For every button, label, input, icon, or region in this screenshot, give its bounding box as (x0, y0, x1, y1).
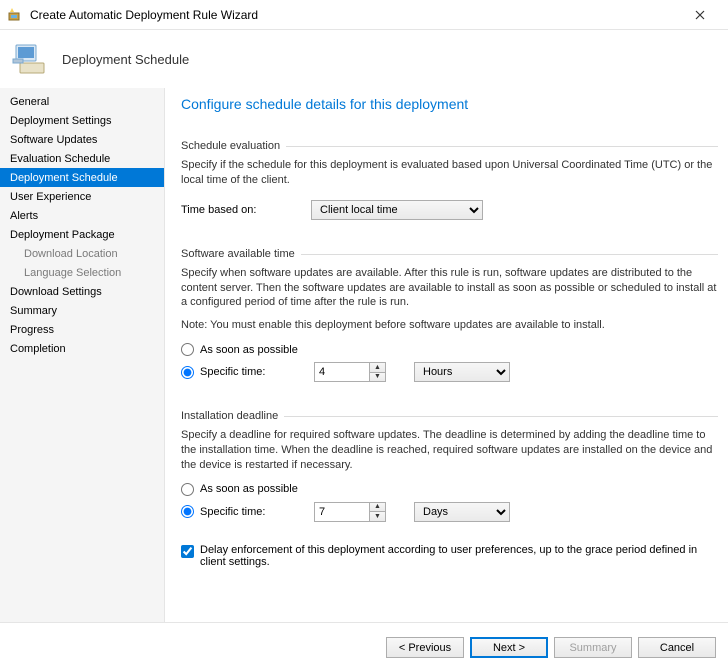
sidebar-item[interactable]: Completion (0, 339, 164, 358)
available-asap-radio[interactable] (181, 343, 194, 356)
deadline-asap-radio[interactable] (181, 483, 194, 496)
available-desc: Specify when software updates are availa… (181, 266, 718, 311)
delay-enforcement-label: Delay enforcement of this deployment acc… (200, 544, 718, 568)
sidebar-item[interactable]: Deployment Schedule (0, 168, 164, 187)
sidebar-item[interactable]: Download Settings (0, 282, 164, 301)
sidebar-item[interactable]: User Experience (0, 187, 164, 206)
spin-down-icon[interactable]: ▼ (370, 373, 385, 382)
group-title-schedule-eval: Schedule evaluation (181, 140, 286, 152)
available-asap-label: As soon as possible (200, 344, 298, 356)
previous-button[interactable]: < Previous (386, 637, 464, 658)
window-title: Create Automatic Deployment Rule Wizard (30, 8, 680, 22)
available-specific-radio[interactable] (181, 366, 194, 379)
sidebar-item[interactable]: Deployment Package (0, 225, 164, 244)
sidebar-item[interactable]: Software Updates (0, 130, 164, 149)
sidebar-item[interactable]: Alerts (0, 206, 164, 225)
group-title-deadline: Installation deadline (181, 410, 284, 422)
close-button[interactable] (680, 1, 720, 29)
available-specific-label: Specific time: (200, 366, 314, 378)
deadline-value-spinner[interactable]: ▲▼ (314, 502, 386, 522)
available-value-spinner[interactable]: ▲▼ (314, 362, 386, 382)
schedule-eval-desc: Specify if the schedule for this deploym… (181, 158, 718, 188)
available-value-input[interactable] (315, 363, 369, 381)
spin-up-icon[interactable]: ▲ (370, 363, 385, 373)
group-title-available: Software available time (181, 248, 301, 260)
available-note: Note: You must enable this deployment be… (181, 318, 718, 333)
deadline-desc: Specify a deadline for required software… (181, 428, 718, 473)
computer-icon (10, 39, 50, 79)
deadline-specific-radio[interactable] (181, 505, 194, 518)
sidebar-item[interactable]: Deployment Settings (0, 111, 164, 130)
sidebar-item[interactable]: Download Location (0, 244, 164, 263)
delay-enforcement-checkbox[interactable] (181, 545, 194, 558)
sidebar-item[interactable]: General (0, 92, 164, 111)
wizard-icon (8, 7, 24, 23)
sidebar-item[interactable]: Language Selection (0, 263, 164, 282)
sidebar: GeneralDeployment SettingsSoftware Updat… (0, 88, 165, 622)
main-content: Configure schedule details for this depl… (165, 88, 728, 622)
main-heading: Configure schedule details for this depl… (181, 96, 718, 112)
deadline-specific-label: Specific time: (200, 506, 314, 518)
spin-down-icon[interactable]: ▼ (370, 512, 385, 521)
sidebar-item[interactable]: Progress (0, 320, 164, 339)
cancel-button[interactable]: Cancel (638, 637, 716, 658)
next-button[interactable]: Next > (470, 637, 548, 658)
time-based-on-label: Time based on: (181, 204, 311, 216)
spin-up-icon[interactable]: ▲ (370, 503, 385, 513)
summary-button: Summary (554, 637, 632, 658)
page-title: Deployment Schedule (62, 52, 189, 67)
available-unit-select[interactable]: Hours (414, 362, 510, 382)
deadline-asap-label: As soon as possible (200, 483, 298, 495)
deadline-value-input[interactable] (315, 503, 369, 521)
deadline-unit-select[interactable]: Days (414, 502, 510, 522)
sidebar-item[interactable]: Summary (0, 301, 164, 320)
time-based-on-select[interactable]: Client local time (311, 200, 483, 220)
sidebar-item[interactable]: Evaluation Schedule (0, 149, 164, 168)
